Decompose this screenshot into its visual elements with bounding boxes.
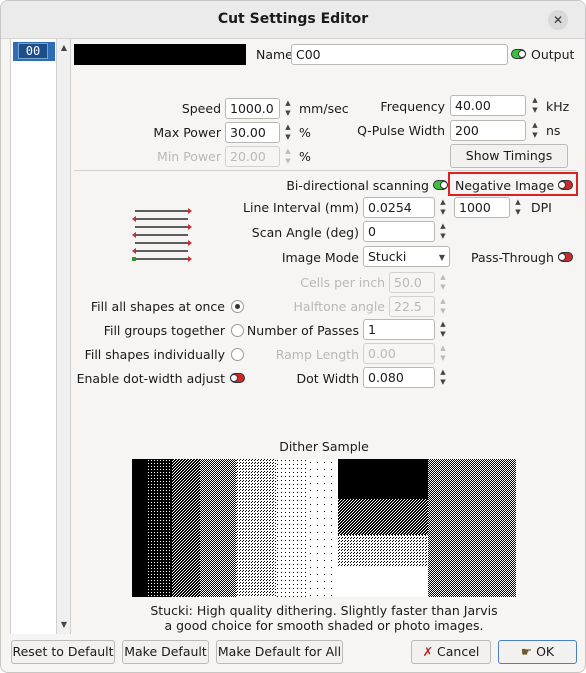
dot-width-adjust-label: Enable dot-width adjust: [76, 371, 225, 386]
layer-color-swatch[interactable]: [74, 44, 246, 65]
dpi-unit: DPI: [531, 200, 552, 215]
max-power-input[interactable]: 30.00: [225, 122, 280, 143]
image-mode-value: Stucki: [368, 249, 407, 264]
line-interval-label: Line Interval (mm): [243, 200, 359, 215]
ok-hand-icon: ☛: [520, 644, 533, 659]
bidir-label: Bi-directional scanning: [286, 178, 429, 193]
cut-settings-window: Cut Settings Editor ✕ 00 ▲ ▼ Name C00 Ou…: [0, 0, 586, 673]
dither-description-line1: Stucki: High quality dithering. Slightly…: [150, 603, 498, 618]
dot-width-adjust-toggle[interactable]: [230, 373, 245, 383]
ramp-length-label: Ramp Length: [275, 347, 359, 362]
window-title: Cut Settings Editor: [217, 11, 369, 27]
max-power-label: Max Power: [153, 125, 221, 140]
make-default-button[interactable]: Make Default: [122, 640, 209, 664]
scan-direction-icon: [132, 208, 192, 262]
scan-angle-label: Scan Angle (deg): [251, 225, 359, 240]
passes-spinner[interactable]: ▲ ▼: [436, 319, 450, 340]
fill-individually-label: Fill shapes individually: [84, 347, 225, 362]
layer-list[interactable]: 00: [10, 39, 57, 634]
line-interval-spinner[interactable]: ▲ ▼: [436, 197, 450, 218]
divider: [74, 170, 576, 171]
output-toggle[interactable]: [511, 49, 526, 59]
frequency-spinner[interactable]: ▲ ▼: [528, 95, 542, 116]
make-default-for-all-button[interactable]: Make Default for All: [216, 640, 343, 664]
dot-width-spinner[interactable]: ▲ ▼: [436, 367, 450, 388]
fill-all-radio[interactable]: [231, 300, 244, 313]
layer-item-label: 00: [18, 43, 48, 59]
cancel-button[interactable]: ✗ Cancel: [411, 640, 491, 664]
min-power-label: Min Power: [157, 149, 221, 164]
frequency-unit: kHz: [546, 99, 570, 114]
halftone-angle-label: Halftone angle: [293, 299, 385, 314]
bidir-toggle[interactable]: [433, 180, 448, 190]
halftone-angle-input[interactable]: 22.5: [389, 296, 435, 317]
qpulse-label: Q-Pulse Width: [357, 123, 445, 138]
cancel-label: Cancel: [437, 644, 480, 659]
fill-individually-radio[interactable]: [231, 348, 244, 361]
speed-input[interactable]: 1000.0: [225, 98, 280, 119]
ok-label: OK: [536, 644, 555, 659]
max-power-unit: %: [299, 125, 311, 140]
dpi-input[interactable]: 1000: [454, 197, 510, 218]
passes-input[interactable]: 1: [363, 319, 435, 340]
output-label: Output: [531, 47, 575, 62]
frequency-input[interactable]: 40.00: [450, 95, 526, 116]
name-input[interactable]: C00: [291, 44, 508, 65]
speed-unit: mm/sec: [299, 101, 349, 116]
scroll-up-icon[interactable]: ▲: [57, 41, 71, 55]
cancel-icon: ✗: [422, 644, 434, 659]
max-power-spinner[interactable]: ▲ ▼: [281, 122, 295, 143]
qpulse-spinner[interactable]: ▲ ▼: [528, 120, 542, 141]
dither-sample-image: [132, 459, 516, 597]
show-timings-button[interactable]: Show Timings: [450, 144, 568, 168]
pass-through-label: Pass-Through: [471, 250, 554, 265]
min-power-input[interactable]: 20.00: [225, 146, 280, 167]
passes-label: Number of Passes: [246, 323, 359, 338]
dot-width-input[interactable]: 0.080: [363, 367, 435, 388]
name-label: Name: [256, 47, 293, 62]
min-power-spinner[interactable]: ▲ ▼: [281, 146, 295, 167]
ok-button[interactable]: ☛ OK: [498, 640, 577, 664]
list-item[interactable]: 00: [13, 42, 55, 61]
fill-all-label: Fill all shapes at once: [90, 299, 225, 314]
cells-per-inch-spinner[interactable]: ▲ ▼: [436, 272, 450, 293]
scan-angle-input[interactable]: 0: [363, 221, 435, 242]
frequency-label: Frequency: [380, 99, 445, 114]
pass-through-toggle[interactable]: [558, 252, 573, 262]
ramp-length-input[interactable]: 0.00: [363, 343, 435, 364]
image-mode-label: Image Mode: [281, 250, 359, 265]
dpi-spinner[interactable]: ▲ ▼: [511, 197, 525, 218]
min-power-unit: %: [299, 149, 311, 164]
qpulse-unit: ns: [546, 123, 561, 138]
reset-to-default-button[interactable]: Reset to Default: [11, 640, 115, 664]
line-interval-input[interactable]: 0.0254: [363, 197, 435, 218]
title-bar: Cut Settings Editor ✕: [1, 1, 585, 39]
speed-label: Speed: [181, 101, 221, 116]
qpulse-input[interactable]: 200: [450, 120, 526, 141]
image-mode-select[interactable]: Stucki ▼: [363, 246, 450, 267]
scan-angle-spinner[interactable]: ▲ ▼: [436, 221, 450, 242]
cells-per-inch-input[interactable]: 50.0: [389, 272, 435, 293]
dither-sample-title: Dither Sample: [279, 439, 369, 454]
fill-groups-label: Fill groups together: [103, 323, 225, 338]
dot-width-label: Dot Width: [296, 371, 359, 386]
halftone-angle-spinner[interactable]: ▲ ▼: [436, 296, 450, 317]
dither-description-line2: a good choice for smooth shaded or photo…: [164, 618, 484, 633]
ramp-length-spinner[interactable]: ▲ ▼: [436, 343, 450, 364]
chevron-down-icon: ▼: [438, 253, 445, 262]
negative-image-highlight: [448, 172, 578, 196]
speed-spinner[interactable]: ▲ ▼: [281, 98, 295, 119]
close-icon[interactable]: ✕: [548, 10, 568, 30]
cells-per-inch-label: Cells per inch: [300, 275, 385, 290]
